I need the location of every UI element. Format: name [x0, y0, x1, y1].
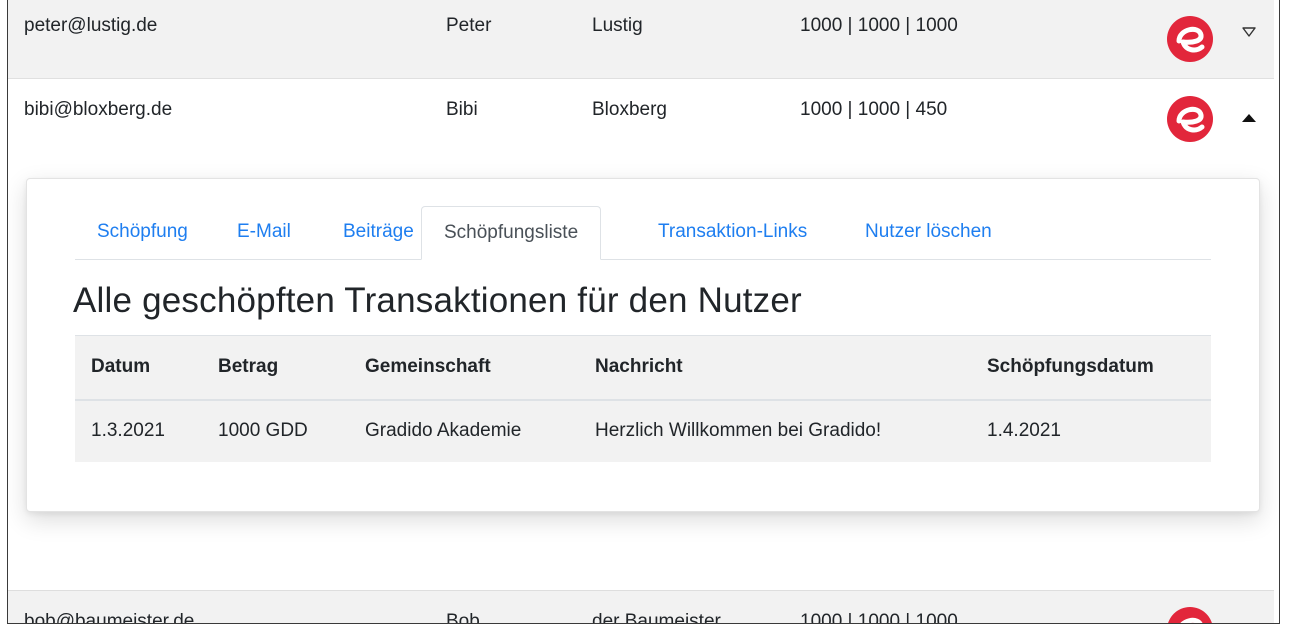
users-table: peter@lustig.de Peter Lustig 1000 | 1000…: [7, 0, 1280, 624]
user-email: peter@lustig.de: [24, 15, 158, 36]
column-header-datum: Datum: [91, 356, 151, 378]
gradido-e-logo-icon: [1167, 96, 1213, 142]
user-first-name: Bob: [446, 611, 480, 624]
tab-email[interactable]: E-Mail: [215, 206, 313, 259]
tab-beitraege[interactable]: Beiträge: [321, 206, 436, 259]
section-heading: Alle geschöpften Transaktionen für den N…: [73, 281, 802, 320]
tab-schoepfung[interactable]: Schöpfung: [75, 206, 210, 259]
cell-schoepfungsdatum: 1.4.2021: [987, 420, 1061, 441]
user-first-name: Peter: [446, 15, 492, 36]
user-email: bob@baumeister.de: [24, 611, 195, 624]
table-row: 1.3.2021 1000 GDD Gradido Akademie Herzl…: [75, 400, 1211, 462]
user-last-name: der Baumeister: [592, 611, 721, 624]
column-header-schoepfungsdatum: Schöpfungsdatum: [987, 356, 1154, 378]
user-balances: 1000 | 1000 | 1000: [800, 15, 958, 36]
cell-gemeinschaft: Gradido Akademie: [365, 420, 522, 441]
tab-nutzer-loeschen[interactable]: Nutzer löschen: [843, 206, 1014, 259]
gradido-e-logo-icon: [1168, 607, 1212, 623]
user-details-panel: Schöpfung E-Mail Beiträge Schöpfungslist…: [26, 178, 1260, 512]
user-balances: 1000 | 1000 | 1000: [800, 611, 958, 624]
table-row[interactable]: bob@baumeister.de Bob der Baumeister 100…: [8, 590, 1274, 624]
gradido-e-logo-icon: [1167, 16, 1213, 62]
user-balances: 1000 | 1000 | 450: [800, 99, 948, 120]
user-first-name: Bibi: [446, 99, 478, 120]
cell-nachricht: Herzlich Willkommen bei Gradido!: [595, 420, 882, 441]
creations-table: Datum Betrag Gemeinschaft Nachricht Schö…: [75, 335, 1211, 462]
user-last-name: Lustig: [592, 15, 643, 36]
column-header-betrag: Betrag: [218, 356, 279, 378]
user-email: bibi@bloxberg.de: [24, 99, 173, 120]
tab-transaktion-links[interactable]: Transaktion-Links: [636, 206, 829, 259]
table-header-row: Datum Betrag Gemeinschaft Nachricht Schö…: [75, 335, 1211, 400]
details-tabs: Schöpfung E-Mail Beiträge Schöpfungslist…: [75, 206, 1211, 260]
caret-down-outline-icon[interactable]: [1242, 27, 1256, 37]
column-header-nachricht: Nachricht: [595, 356, 683, 378]
column-header-gemeinschaft: Gemeinschaft: [365, 356, 491, 378]
table-row[interactable]: peter@lustig.de Peter Lustig 1000 | 1000…: [8, 0, 1274, 79]
cell-betrag: 1000 GDD: [218, 420, 308, 441]
caret-up-filled-icon[interactable]: [1241, 113, 1257, 123]
user-last-name: Bloxberg: [592, 99, 667, 120]
cell-datum: 1.3.2021: [91, 420, 165, 441]
tab-schoepfungsliste[interactable]: Schöpfungsliste: [421, 206, 602, 260]
table-row[interactable]: bibi@bloxberg.de Bibi Bloxberg 1000 | 10…: [8, 79, 1274, 169]
